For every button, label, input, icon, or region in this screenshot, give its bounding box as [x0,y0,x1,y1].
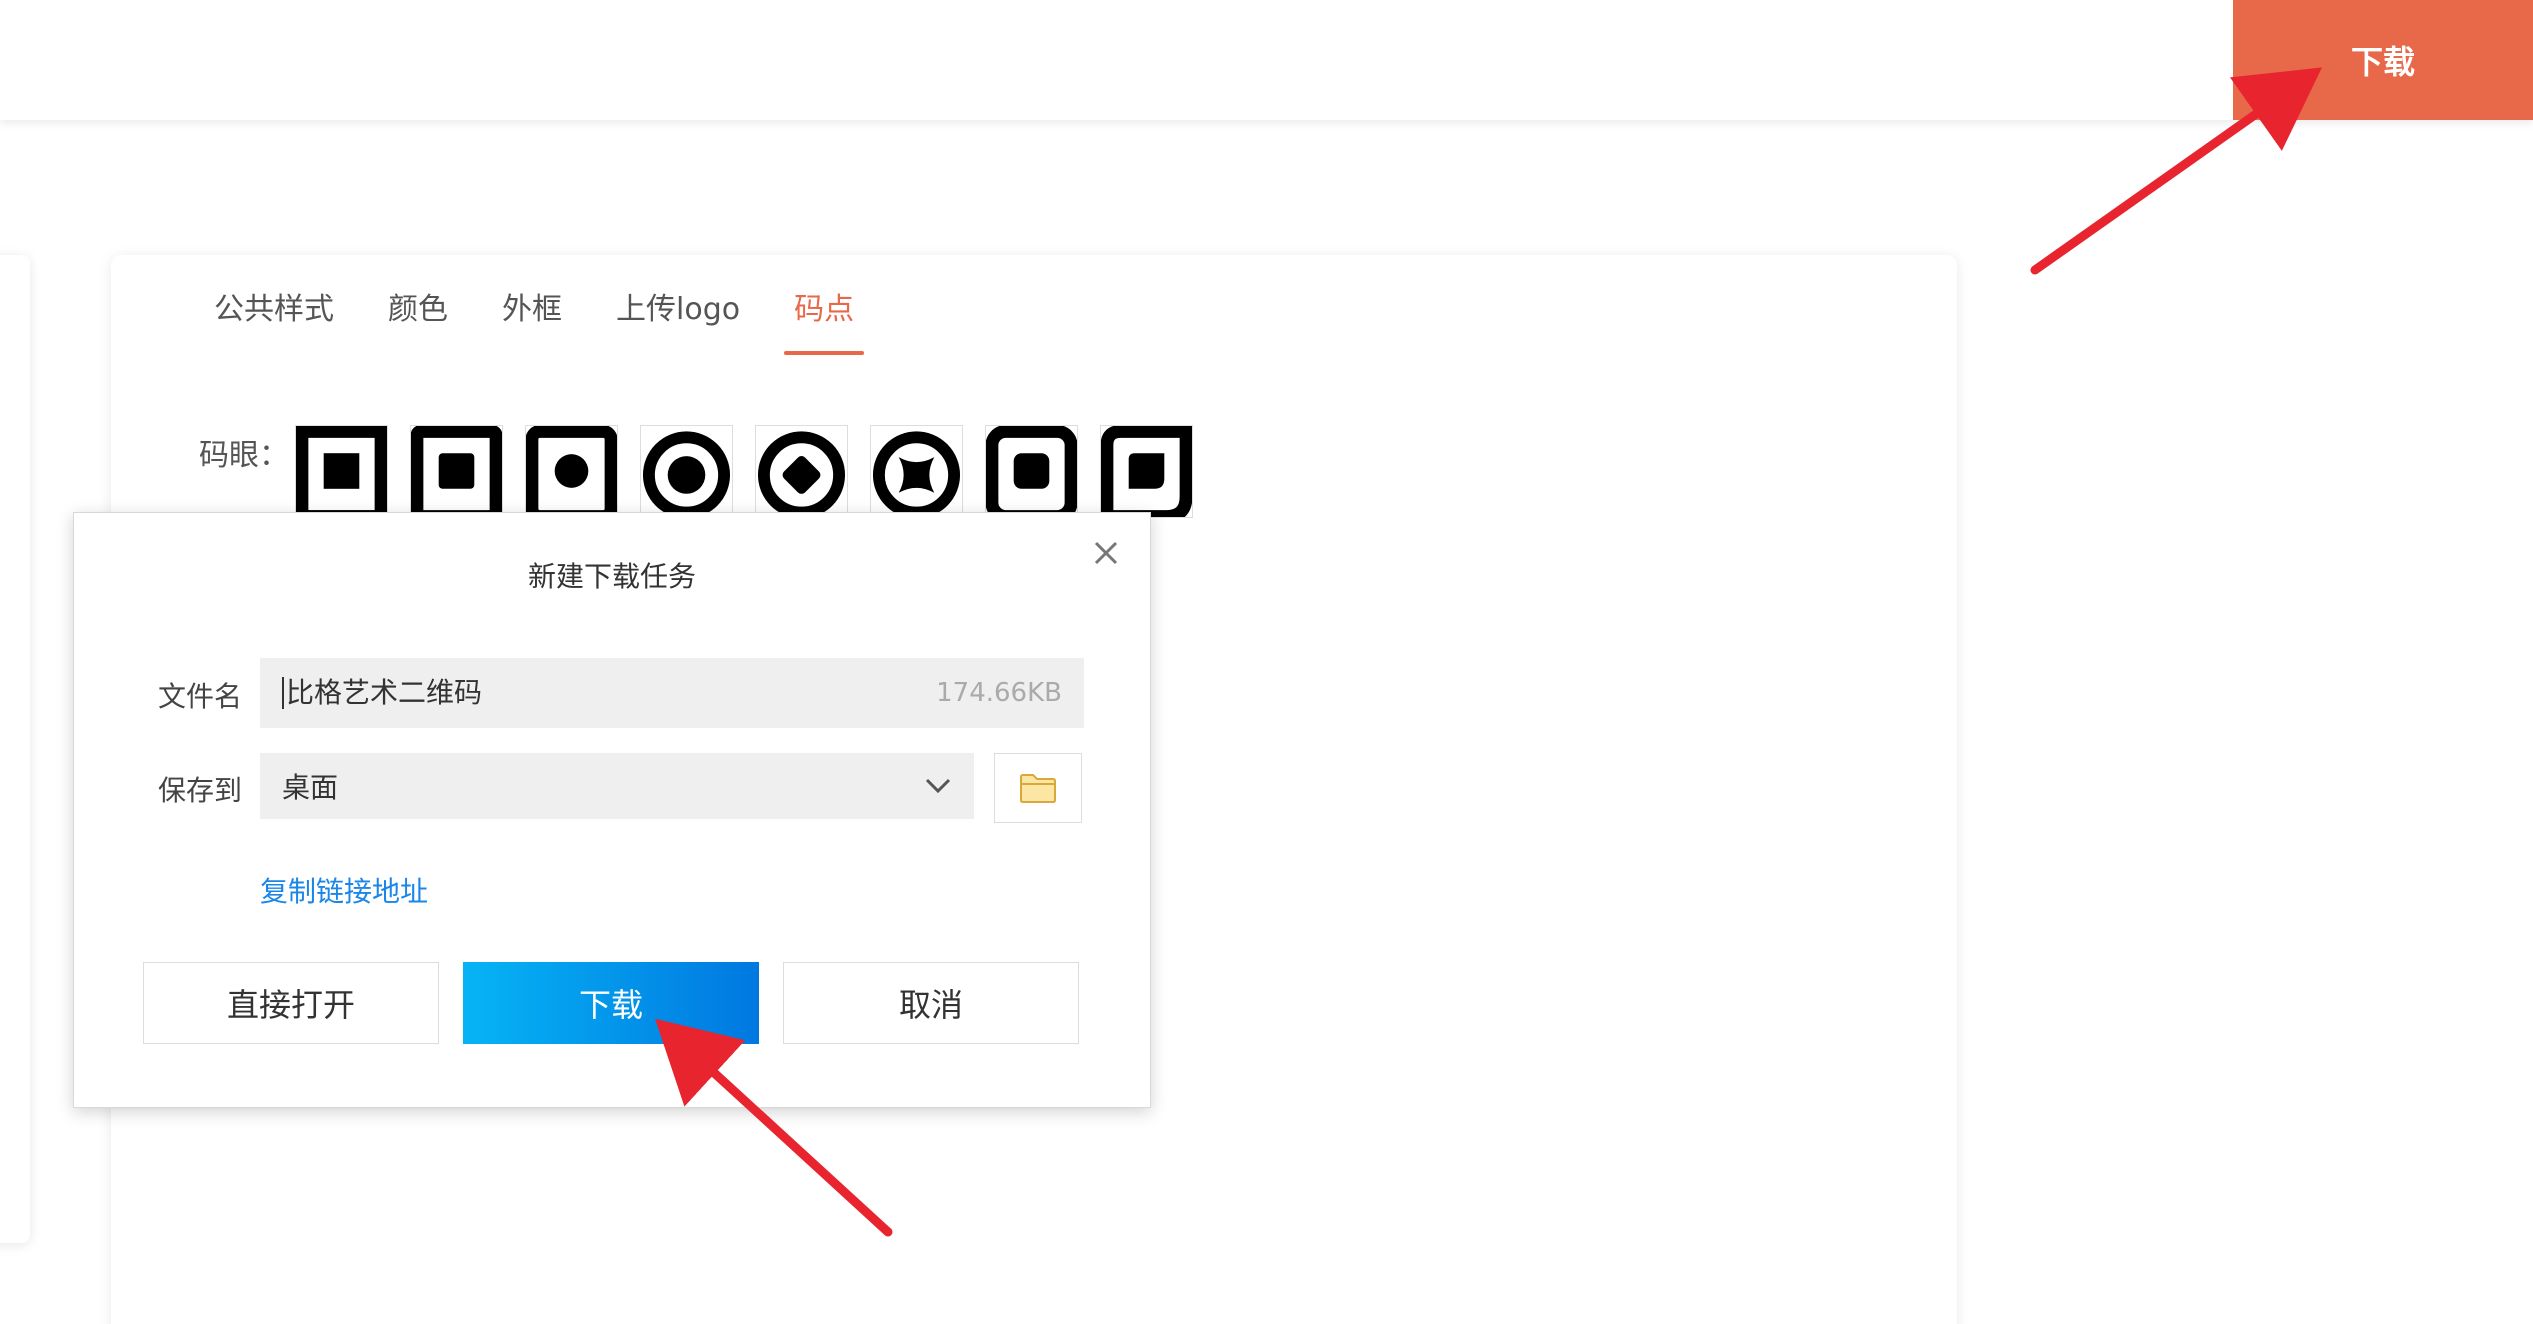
top-download-button[interactable]: 下载 [2233,0,2533,120]
filename-value[interactable]: 比格艺术二维码 [282,677,936,709]
eye-rounded-dot-icon [526,426,617,517]
eye-style-label: 码眼： [199,438,289,473]
saveto-label: 保存到 [158,774,243,807]
saveto-select[interactable]: 桌面 [260,753,974,819]
file-size: 174.66KB [936,678,1062,708]
eye-circle-star-icon [872,431,961,517]
dialog-title: 新建下载任务 [527,560,696,593]
new-download-task-dialog: 新建下载任务 文件名 比格艺术二维码 174.66KB 保存到 桌面 复制链接地… [73,512,1151,1108]
copy-link-address[interactable]: 复制链接地址 [260,870,428,910]
eye-option-circle-circle[interactable] [640,425,733,518]
open-directly-button[interactable]: 直接打开 [143,962,439,1044]
eye-circle-circle-icon [642,431,731,517]
eye-square-rounded-icon [411,426,502,517]
eye-circle-diamond-icon [757,431,846,517]
tab-dots[interactable]: 码点 [784,285,865,355]
eye-option-rounded-dot[interactable] [525,425,618,518]
eye-style-options [295,425,1193,518]
eye-leaf-icon [1101,426,1192,517]
top-bar: 下载 [0,0,2533,120]
filename-label: 文件名 [158,680,243,713]
saveto-value: 桌面 [282,771,339,804]
eye-option-square-rounded[interactable] [410,425,503,518]
cancel-button[interactable]: 取消 [783,962,1079,1044]
close-icon [1094,541,1118,565]
tab-border[interactable]: 外框 [502,285,562,355]
chevron-down-icon [925,778,951,794]
left-panel [0,255,30,1243]
eye-option-rounded-rounded[interactable] [985,425,1078,518]
eye-option-square-square[interactable] [295,425,388,518]
style-tabs: 公共样式 颜色 外框 上传logo 码点 [214,285,908,355]
download-button[interactable]: 下载 [463,962,759,1044]
tab-common-style[interactable]: 公共样式 [214,285,334,355]
browse-folder-button[interactable] [994,753,1082,823]
eye-option-leaf[interactable] [1100,425,1193,518]
eye-option-circle-diamond[interactable] [755,425,848,518]
eye-square-square-icon [296,426,387,517]
close-button[interactable] [1086,533,1126,573]
filename-field[interactable]: 比格艺术二维码 174.66KB [260,658,1084,728]
eye-rounded-rounded-icon [986,426,1077,517]
tab-color[interactable]: 颜色 [388,285,448,355]
tab-upload-logo[interactable]: 上传logo [616,285,740,355]
folder-icon [1020,774,1056,803]
eye-option-circle-star[interactable] [870,425,963,518]
